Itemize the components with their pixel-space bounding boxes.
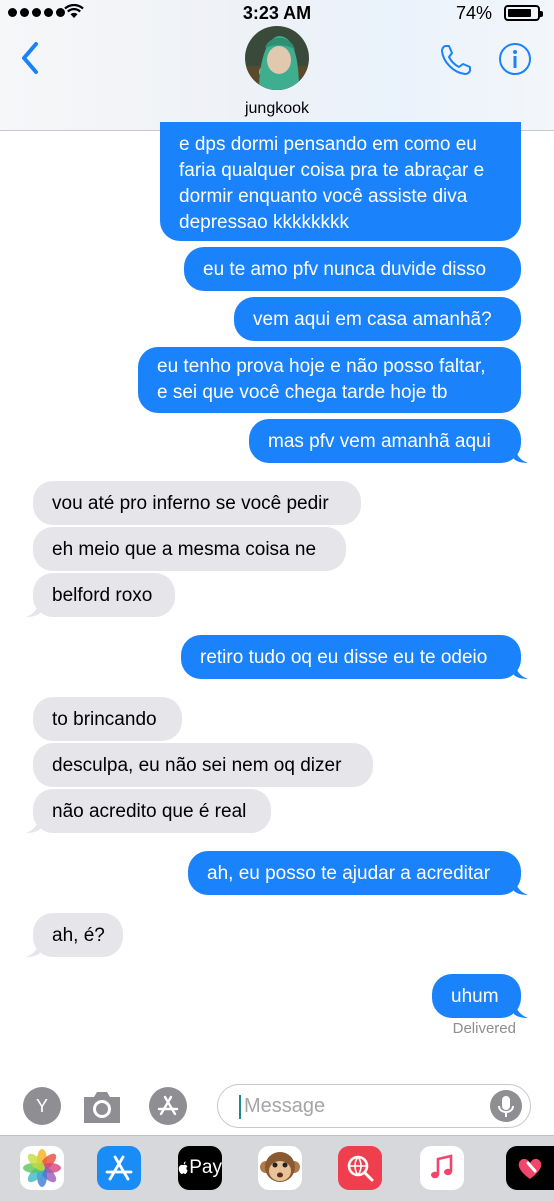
message-text: eh meio que a mesma coisa ne bbox=[52, 539, 317, 560]
conversation-header: 3:23 AM 74% jungkook bbox=[0, 0, 554, 131]
text-cursor bbox=[239, 1095, 241, 1119]
images-search-app[interactable] bbox=[338, 1146, 382, 1190]
message-text: vem aqui em casa amanhã? bbox=[253, 309, 492, 330]
music-app[interactable] bbox=[420, 1146, 464, 1190]
globe-search-icon bbox=[347, 1155, 374, 1182]
contact-avatar[interactable] bbox=[245, 26, 309, 90]
message-text: to brincando bbox=[52, 709, 157, 730]
message-text: eu te amo pfv nunca duvide disso bbox=[203, 259, 487, 280]
message-line: depressao kkkkkkkk bbox=[179, 212, 350, 233]
bubble-tail bbox=[26, 815, 40, 833]
sent-message-bubble[interactable]: e dps dormi pensando em como eu faria qu… bbox=[160, 122, 521, 241]
music-note-icon bbox=[431, 1154, 453, 1179]
contact-name[interactable]: jungkook bbox=[0, 100, 554, 118]
app-drawer: Pay bbox=[0, 1135, 554, 1201]
battery-icon bbox=[504, 5, 543, 21]
bubble-tail bbox=[26, 939, 40, 957]
bubble-tail bbox=[26, 599, 40, 617]
bubble-tail bbox=[514, 445, 528, 463]
sent-message-bubble[interactable]: uhum bbox=[432, 974, 521, 1018]
message-text: belford roxo bbox=[52, 585, 153, 606]
received-message-bubble[interactable]: belford roxo bbox=[33, 573, 175, 617]
back-chevron-icon[interactable] bbox=[16, 38, 46, 78]
app-store-icon bbox=[157, 1095, 179, 1116]
monkey-icon bbox=[260, 1152, 300, 1182]
heart-touch-icon bbox=[518, 1158, 542, 1179]
digital-touch-app[interactable] bbox=[506, 1146, 554, 1190]
apple-pay-icon bbox=[178, 1161, 188, 1174]
message-text: ah, é? bbox=[52, 925, 105, 946]
message-text: uhum bbox=[451, 986, 499, 1007]
phone-icon[interactable] bbox=[438, 42, 474, 78]
photos-app[interactable] bbox=[20, 1146, 64, 1190]
microphone-button[interactable] bbox=[490, 1090, 522, 1122]
sent-message-bubble[interactable]: mas pfv vem amanhã aqui bbox=[249, 419, 521, 463]
received-message-bubble[interactable]: vou até pro inferno se você pedir bbox=[33, 481, 361, 525]
message-line: e dps dormi pensando em como eu bbox=[179, 134, 477, 155]
message-line: e sei que você chega tarde hoje tb bbox=[157, 382, 448, 403]
sent-message-bubble[interactable]: eu te amo pfv nunca duvide disso bbox=[184, 247, 521, 291]
message-text: ah, eu posso te ajudar a acreditar bbox=[207, 863, 491, 884]
status-bar: 3:23 AM 74% bbox=[0, 0, 554, 28]
received-message-bubble[interactable]: ah, é? bbox=[33, 913, 123, 957]
app-store-icon bbox=[105, 1155, 133, 1181]
battery-percentage: 74% bbox=[455, 3, 492, 23]
info-icon[interactable] bbox=[498, 42, 532, 76]
photos-icon bbox=[23, 1149, 61, 1187]
message-input[interactable]: Message bbox=[217, 1084, 531, 1128]
message-text: mas pfv vem amanhã aqui bbox=[268, 431, 491, 452]
camera-icon[interactable] bbox=[80, 1087, 124, 1127]
effects-button[interactable]: Y bbox=[23, 1087, 61, 1125]
delivery-status: Delivered bbox=[452, 1020, 516, 1037]
microphone-icon bbox=[498, 1096, 514, 1117]
received-message-bubble[interactable]: to brincando bbox=[33, 697, 182, 741]
sent-message-bubble[interactable]: retiro tudo oq eu disse eu te odeio bbox=[181, 635, 521, 679]
message-line: dormir enquanto você assiste diva bbox=[179, 186, 468, 207]
bubble-tail bbox=[514, 877, 528, 895]
message-line: eu tenho prova hoje e não posso faltar, bbox=[157, 356, 486, 377]
sent-message-bubble[interactable]: ah, eu posso te ajudar a acreditar bbox=[188, 851, 521, 895]
sent-message-bubble[interactable]: eu tenho prova hoje e não posso faltar, … bbox=[138, 347, 521, 413]
bubble-tail bbox=[514, 661, 528, 679]
effects-label: Y bbox=[35, 1095, 48, 1116]
message-placeholder: Message bbox=[244, 1095, 326, 1117]
message-text: não acredito que é real bbox=[52, 801, 247, 822]
received-message-bubble[interactable]: eh meio que a mesma coisa ne bbox=[33, 527, 346, 571]
bubble-tail bbox=[514, 1000, 528, 1018]
sent-message-bubble[interactable]: vem aqui em casa amanhã? bbox=[234, 297, 521, 341]
app-store-app[interactable] bbox=[97, 1146, 141, 1190]
apple-pay-label: Pay bbox=[189, 1157, 222, 1178]
message-text: retiro tudo oq eu disse eu te odeio bbox=[200, 647, 488, 668]
received-message-bubble[interactable]: desculpa, eu não sei nem oq dizer bbox=[33, 743, 373, 787]
apple-pay-app[interactable]: Pay bbox=[178, 1146, 222, 1190]
received-message-bubble[interactable]: não acredito que é real bbox=[33, 789, 271, 833]
animoji-app[interactable] bbox=[258, 1146, 302, 1190]
app-store-button[interactable] bbox=[149, 1087, 187, 1125]
message-text: desculpa, eu não sei nem oq dizer bbox=[52, 755, 342, 776]
message-text: vou até pro inferno se você pedir bbox=[52, 493, 329, 514]
message-line: faria qualquer coisa pra te abraçar e bbox=[179, 160, 485, 181]
